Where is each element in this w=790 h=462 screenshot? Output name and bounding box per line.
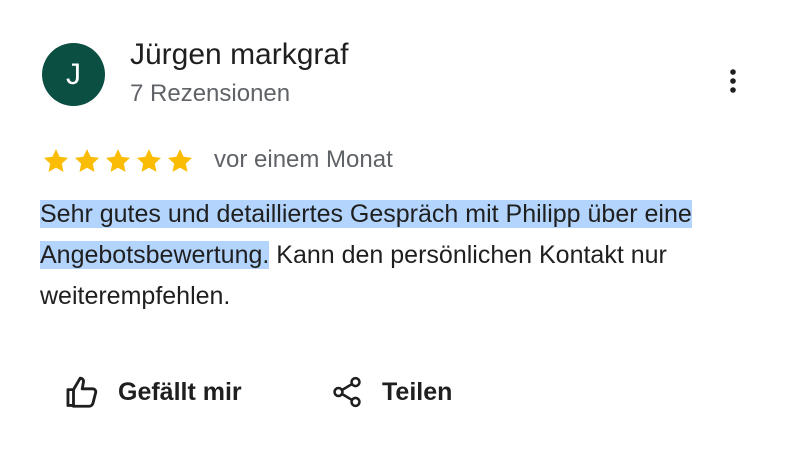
review-count[interactable]: 7 Rezensionen — [130, 80, 290, 108]
star-icon — [74, 149, 100, 172]
review-text: Sehr gutes und detailliertes Gespräch mi… — [40, 194, 760, 317]
review-card: J Jürgen markgraf 7 Rezensionen vor eine… — [0, 0, 790, 462]
share-button[interactable]: Teilen — [330, 372, 452, 412]
star-icon — [105, 149, 131, 172]
author-name[interactable]: Jürgen markgraf — [130, 38, 348, 72]
star-rating — [42, 147, 194, 175]
more-vert-icon — [730, 69, 736, 93]
share-label: Teilen — [382, 377, 453, 406]
like-label: Gefällt mir — [118, 377, 242, 406]
star-icon — [43, 149, 69, 172]
review-date: vor einem Monat — [214, 146, 393, 173]
like-button[interactable]: Gefällt mir — [64, 372, 242, 412]
thumbs-up-icon — [66, 376, 98, 408]
avatar-initial: J — [66, 57, 81, 91]
star-icon — [167, 149, 193, 172]
avatar[interactable]: J — [42, 43, 105, 106]
more-options-button[interactable] — [716, 62, 750, 100]
star-icon — [136, 149, 162, 172]
share-icon — [333, 376, 361, 408]
